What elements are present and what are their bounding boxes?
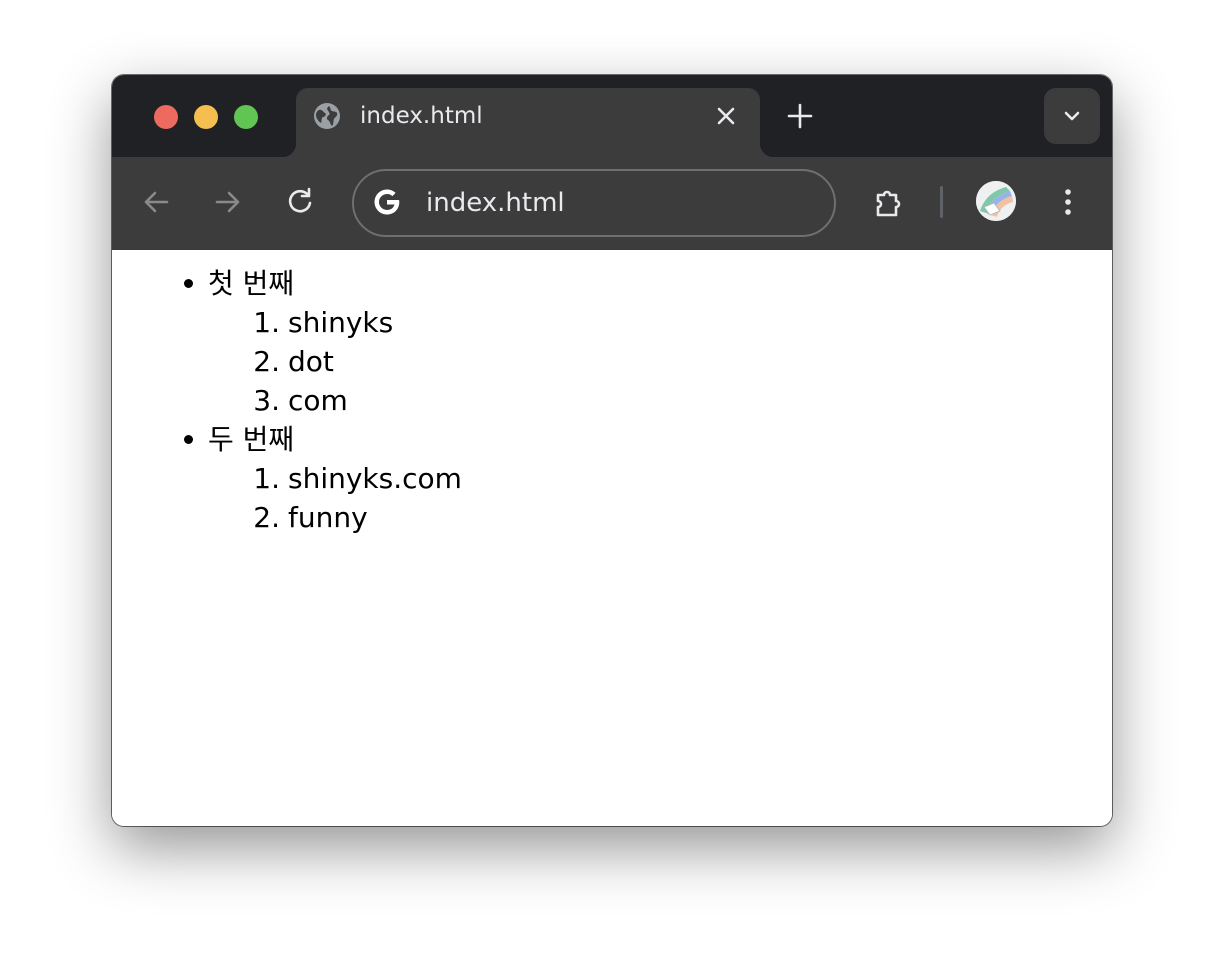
browser-window: index.html index.html 첫 번째 1. shinyks 2.… — [112, 75, 1112, 826]
toolbar-divider — [940, 186, 943, 218]
address-bar[interactable]: index.html — [352, 169, 836, 237]
ordered-list: 1. shinyks.com 2. funny — [253, 459, 462, 537]
list-number: 1. — [253, 462, 280, 495]
list-item-text: com — [288, 384, 348, 417]
new-tab-icon[interactable] — [786, 102, 814, 130]
puzzle-icon[interactable] — [872, 185, 908, 221]
tab-index-html[interactable]: index.html — [282, 88, 774, 157]
forward-arrow-icon[interactable] — [212, 186, 244, 218]
list-item: 1. shinyks.com — [253, 459, 462, 498]
unordered-list: 첫 번째 1. shinyks 2. dot 3. com 두 번째 1. sh… — [184, 264, 462, 537]
page-content: 첫 번째 1. shinyks 2. dot 3. com 두 번째 1. sh… — [112, 250, 1112, 826]
bullet-icon — [184, 435, 193, 444]
avatar[interactable] — [976, 181, 1016, 221]
kebab-menu-icon[interactable] — [1052, 186, 1084, 218]
back-arrow-icon[interactable] — [140, 186, 172, 218]
list-item-text: dot — [288, 345, 334, 378]
list-item: 2. dot — [253, 342, 462, 381]
list-item-text: shinyks — [288, 306, 394, 339]
list-number: 1. — [253, 306, 280, 339]
globe-icon — [314, 103, 340, 129]
bullet-icon — [184, 279, 193, 288]
list-item: 1. shinyks — [253, 303, 462, 342]
list-number: 2. — [253, 345, 280, 378]
chevron-down-icon — [1064, 111, 1080, 121]
list-item: 첫 번째 1. shinyks 2. dot 3. com — [184, 264, 393, 420]
close-window-button[interactable] — [154, 105, 178, 129]
profile-picture-icon — [976, 181, 1016, 221]
list-item-label: 첫 번째 — [208, 267, 295, 300]
title-bar: index.html — [112, 75, 1112, 157]
close-tab-icon[interactable] — [714, 104, 738, 128]
tab-search-button[interactable] — [1044, 88, 1100, 144]
address-text[interactable]: index.html — [426, 187, 565, 219]
tab-title: index.html — [360, 103, 483, 129]
list-item-text: funny — [288, 501, 368, 534]
list-item-label: 두 번째 — [208, 423, 295, 456]
list-item-text: shinyks.com — [288, 462, 462, 495]
list-item: 두 번째 1. shinyks.com 2. funny — [184, 420, 462, 537]
list-item: 3. com — [253, 381, 462, 420]
google-logo-icon — [374, 189, 400, 215]
reload-icon[interactable] — [284, 186, 316, 218]
ordered-list: 1. shinyks 2. dot 3. com — [253, 303, 462, 420]
minimize-window-button[interactable] — [194, 105, 218, 129]
list-item: 2. funny — [253, 498, 462, 537]
toolbar: index.html — [112, 157, 1112, 250]
list-number: 2. — [253, 501, 280, 534]
list-number: 3. — [253, 384, 280, 417]
zoom-window-button[interactable] — [234, 105, 258, 129]
